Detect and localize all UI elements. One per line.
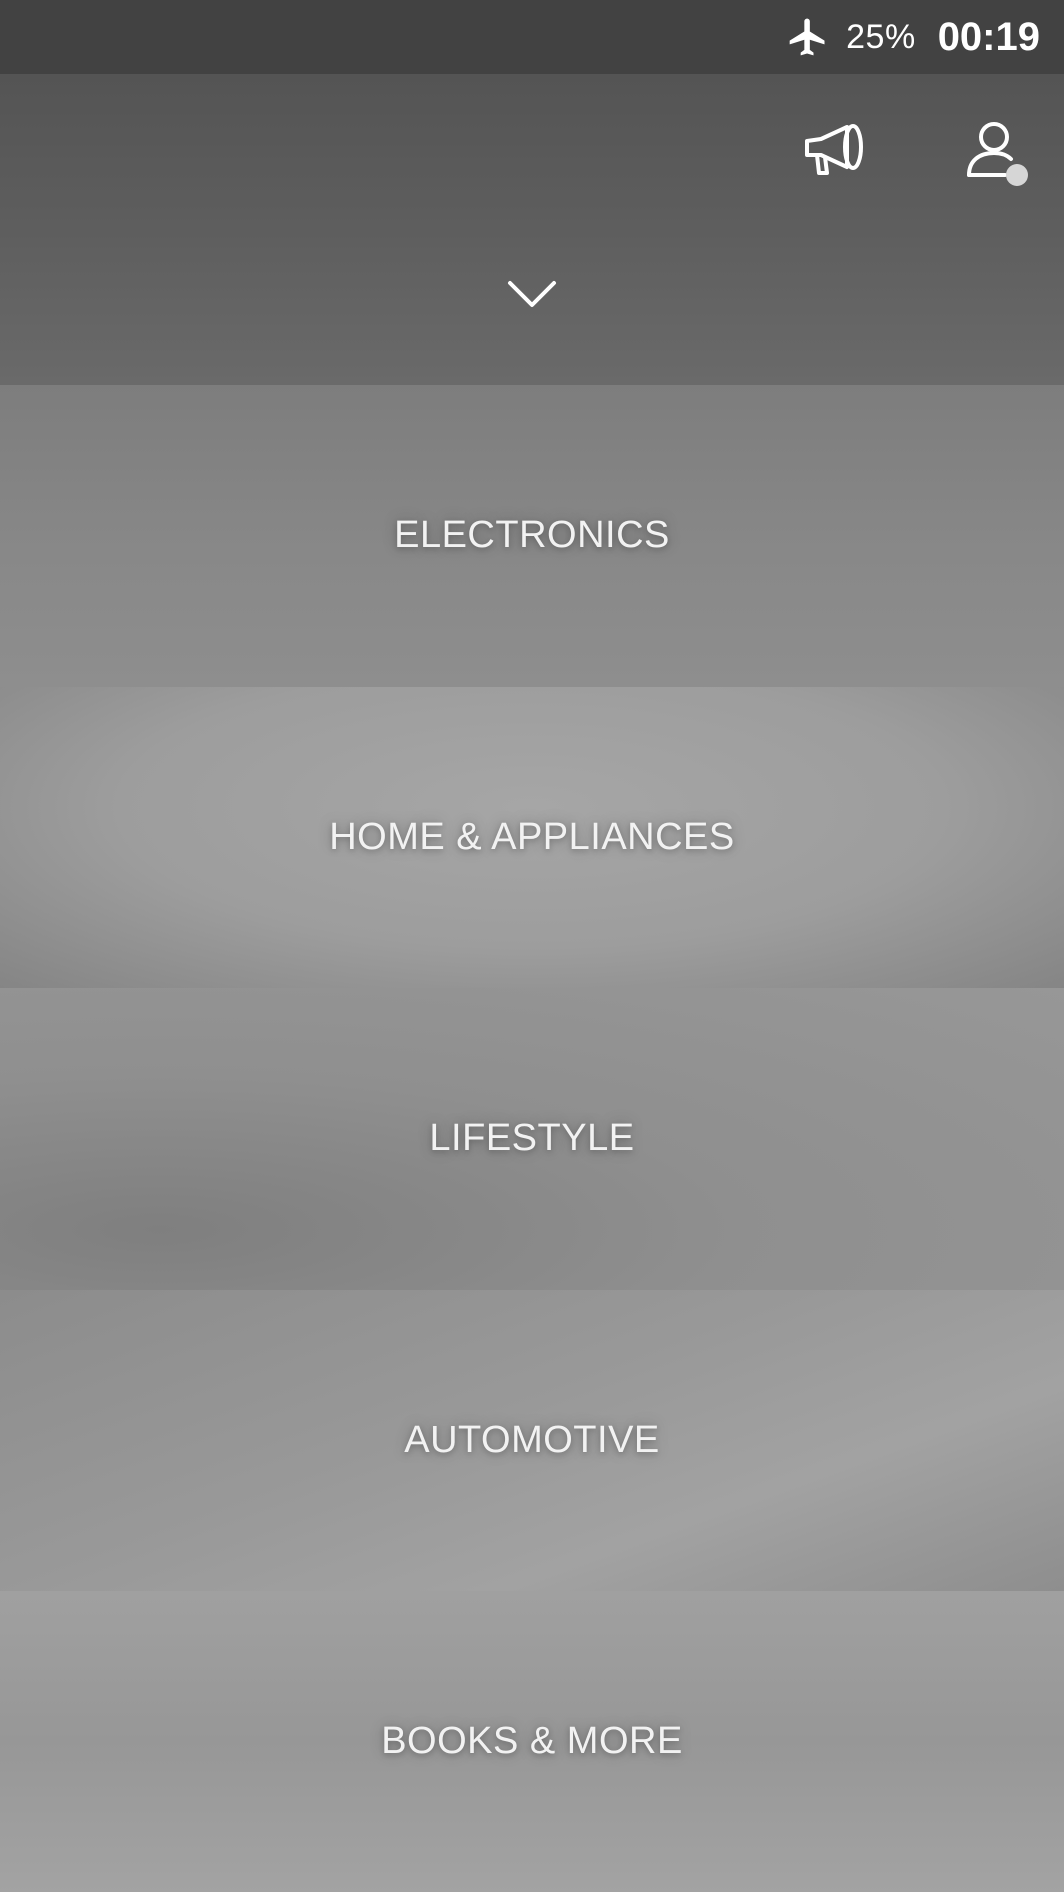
category-label: HOME & APPLIANCES xyxy=(329,815,735,858)
airplane-icon xyxy=(784,13,832,61)
category-electronics[interactable]: ELECTRONICS xyxy=(0,385,1064,687)
clock: 00:19 xyxy=(937,14,1040,59)
category-automotive[interactable]: AUTOMOTIVE xyxy=(0,1289,1064,1591)
status-bar: 25% 00:19 xyxy=(0,0,1064,74)
category-books-more[interactable]: BOOKS & MORE xyxy=(0,1591,1064,1892)
megaphone-icon[interactable] xyxy=(800,116,868,184)
notification-dot xyxy=(1006,164,1028,186)
category-label: BOOKS & MORE xyxy=(381,1720,683,1763)
category-label: LIFESTYLE xyxy=(429,1117,635,1160)
category-list: ELECTRONICS HOME & APPLIANCES LIFESTYLE … xyxy=(0,385,1064,1892)
category-lifestyle[interactable]: LIFESTYLE xyxy=(0,988,1064,1290)
chevron-down-icon[interactable] xyxy=(504,274,560,314)
category-home-appliances[interactable]: HOME & APPLIANCES xyxy=(0,686,1064,988)
battery-level: 25% xyxy=(846,17,916,56)
screen: 25% 00:19 ELECTRONICS HOME & APPLIANCES … xyxy=(0,0,1064,1892)
header xyxy=(0,74,1064,385)
category-label: AUTOMOTIVE xyxy=(404,1418,660,1461)
user-icon[interactable] xyxy=(958,114,1030,186)
category-label: ELECTRONICS xyxy=(394,514,670,557)
